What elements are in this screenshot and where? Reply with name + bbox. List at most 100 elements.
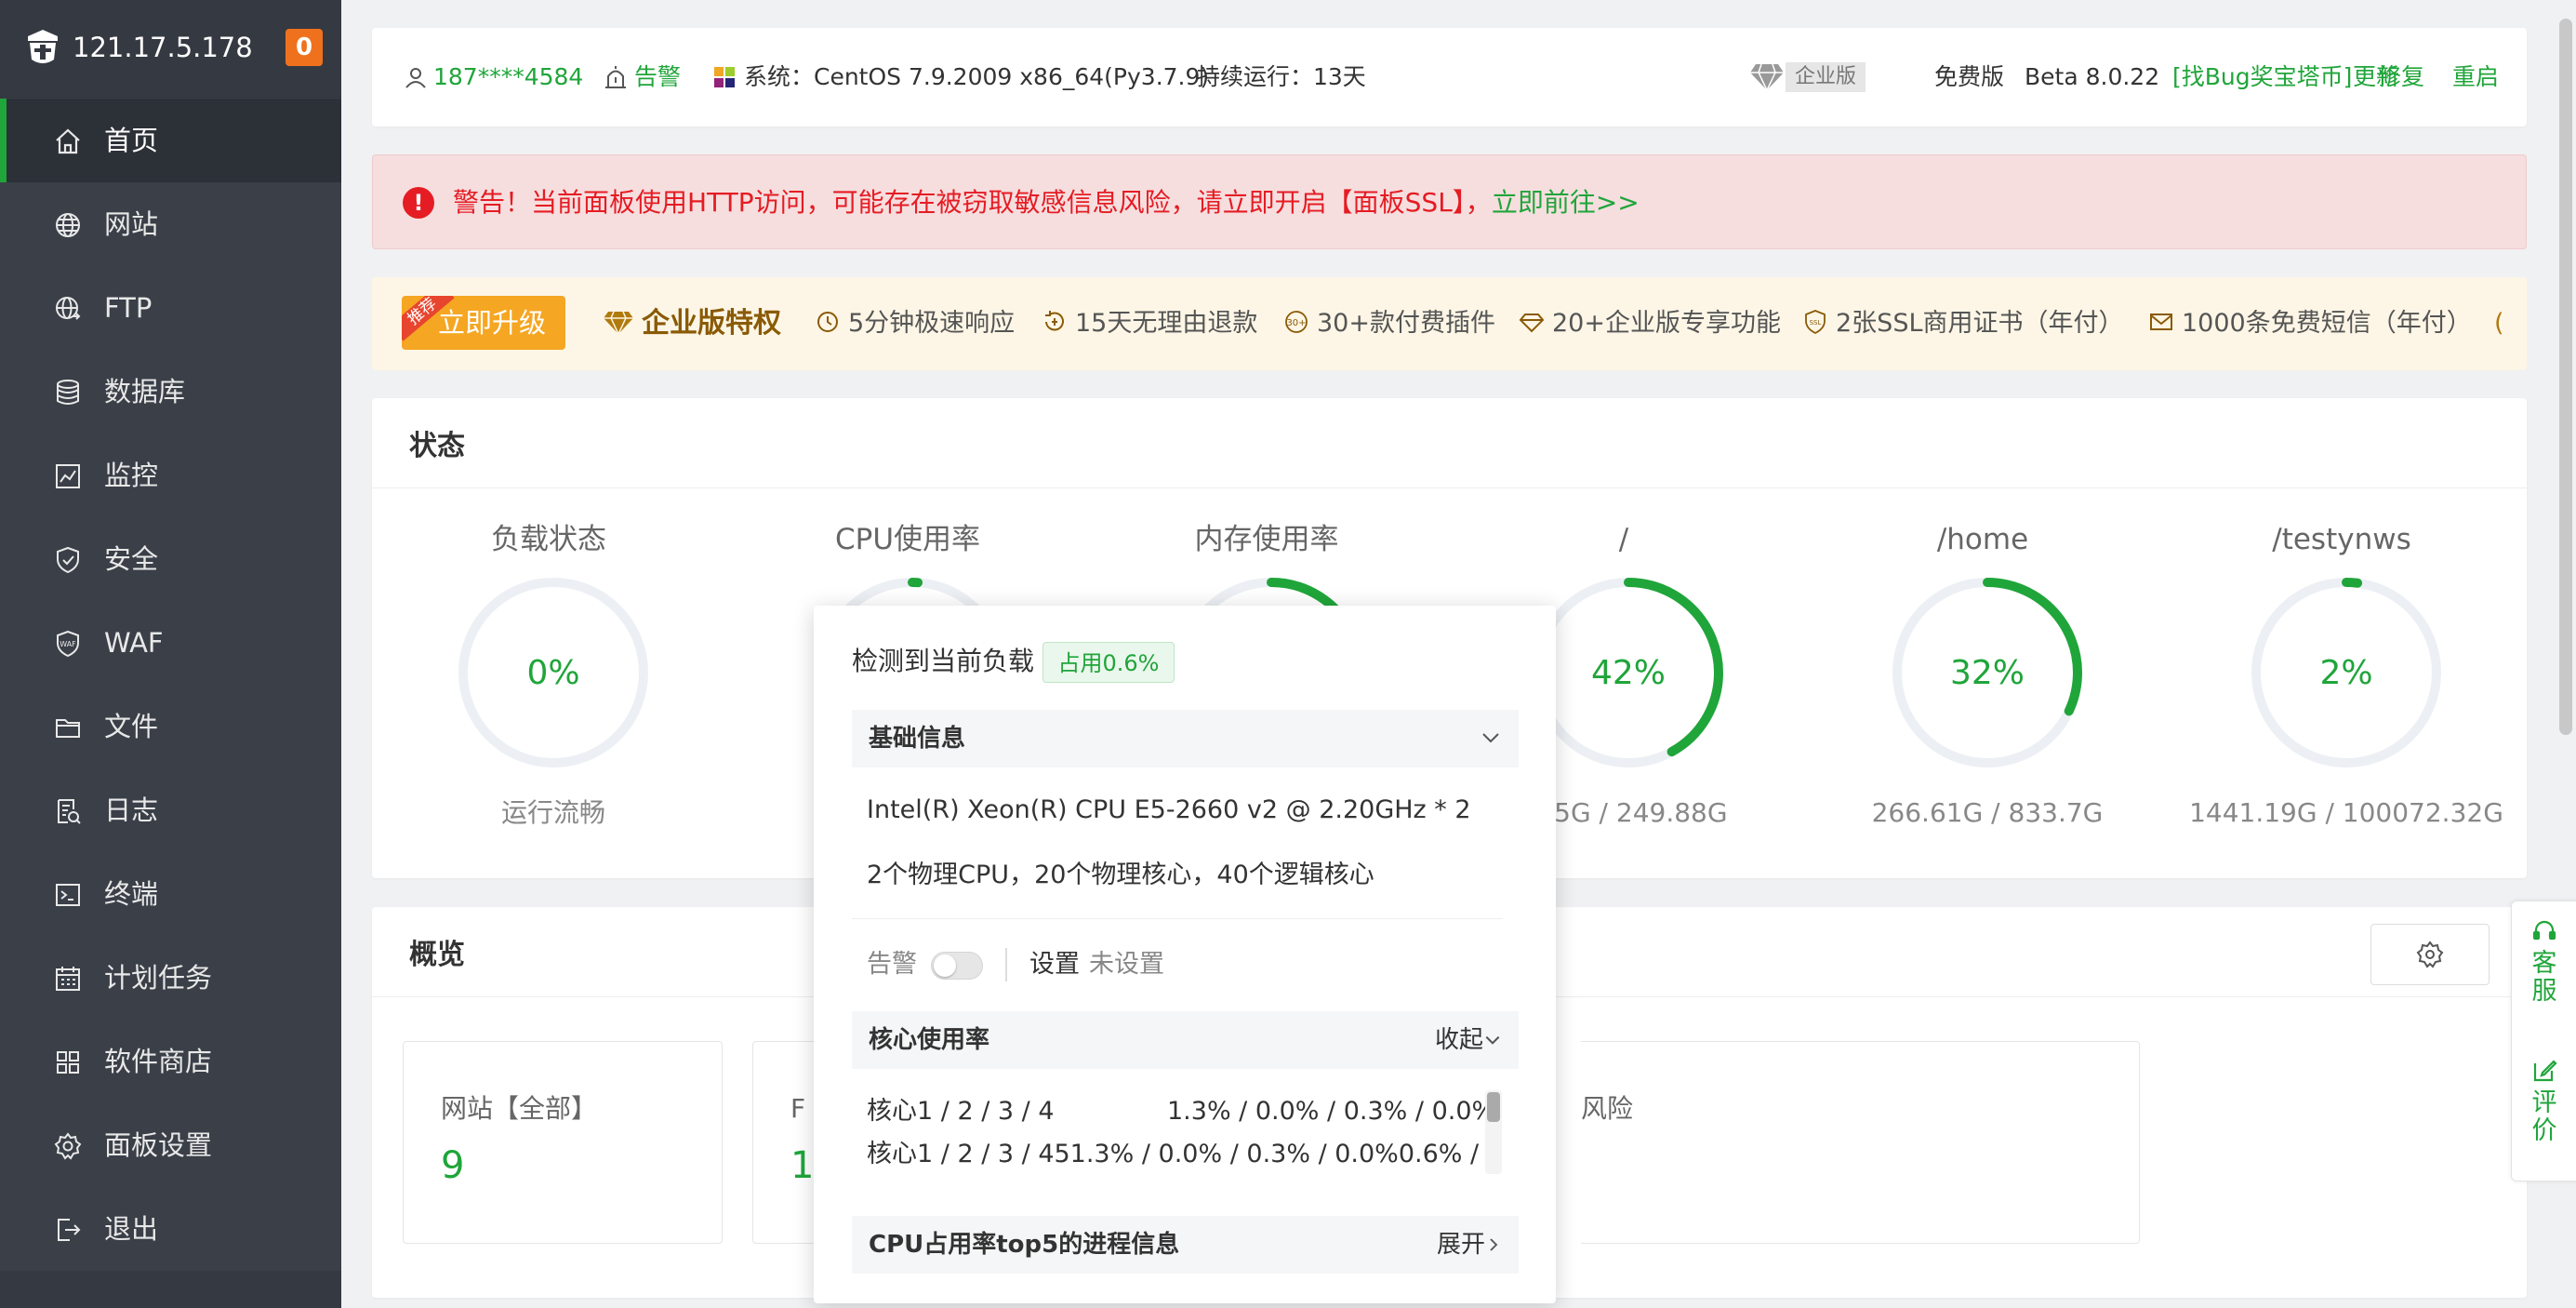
sidebar-item-label: 首页: [104, 125, 159, 156]
bug-bounty-link[interactable]: [找Bug奖宝塔币]: [2172, 28, 2352, 127]
customer-service-button[interactable]: 客服: [2512, 918, 2576, 1006]
feature-refund: 15天无理由退款: [1042, 303, 1257, 344]
upgrade-button[interactable]: 推荐 立即升级: [402, 296, 565, 350]
alarm-not-set: 未设置: [1089, 950, 1164, 979]
sidebar-item-files[interactable]: 文件: [0, 685, 341, 768]
sidebar-item-label: 软件商店: [104, 1046, 213, 1077]
feature-sms: 1000条免费短信（年付）: [2148, 303, 2472, 344]
gauge-subtext: 266.61G / 833.7G: [1871, 797, 2104, 828]
enterprise-privileges[interactable]: 企业版特权: [603, 303, 781, 344]
gauge-title: 内存使用率: [1194, 523, 1339, 556]
feature-exclusive: 20+企业版专享功能: [1519, 303, 1781, 344]
sidebar-item-label: 安全: [104, 543, 159, 575]
sidebar-item-label: 数据库: [104, 376, 186, 407]
system-text: 系统：CentOS 7.9.2009 x86_64(Py3.7.9): [744, 63, 1210, 90]
basic-info-header[interactable]: 基础信息: [852, 710, 1519, 767]
enterprise-label: 企业版特权: [642, 307, 781, 340]
top5-process-header[interactable]: CPU占用率top5的进程信息 展开: [852, 1216, 1519, 1274]
collapse-toggle[interactable]: 收起: [1435, 1021, 1502, 1060]
ssl-shield-icon: SSL: [1802, 309, 1828, 335]
headset-icon: [2532, 920, 2556, 941]
http-warning-alert: ! 警告！当前面板使用HTTP访问，可能存在被窃取敏感信息风险，请立即开启【面板…: [372, 154, 2527, 249]
chevron-down-icon: [1485, 1035, 1500, 1045]
overview-value[interactable]: 1: [790, 1142, 814, 1189]
gauge-title: /testynws: [2272, 523, 2411, 556]
page-scrollbar[interactable]: [2559, 19, 2572, 735]
sidebar-item-monitor[interactable]: 监控: [0, 434, 341, 517]
sidebar-item-label: 面板设置: [104, 1129, 213, 1161]
sidebar-item-security[interactable]: 安全: [0, 517, 341, 601]
sidebar-item-label: 监控: [104, 460, 159, 491]
gauge-subtext: 1441.19G / 100072.32G: [2189, 797, 2503, 828]
gauge-value: 0%: [526, 654, 580, 692]
sidebar-header: 121.17.5.178 0: [0, 0, 341, 98]
free-edition-label: 免费版: [1934, 63, 2005, 90]
core-usage-header[interactable]: 核心使用率 收起: [852, 1011, 1519, 1069]
restart-link[interactable]: 重启: [2452, 28, 2499, 127]
user-account[interactable]: 187****4584: [404, 28, 583, 127]
sidebar-footer: [0, 1271, 341, 1308]
review-button[interactable]: 评价: [2512, 1058, 2576, 1145]
gear-icon: [53, 1131, 83, 1161]
expand-toggle[interactable]: 展开: [1437, 1225, 1502, 1264]
feature-text: 20+企业版专享功能: [1552, 309, 1781, 338]
sidebar-item-cron[interactable]: 计划任务: [0, 936, 341, 1020]
sidebar-item-label: 日志: [104, 794, 159, 826]
plugin-30-icon: 30+: [1283, 309, 1309, 335]
chevron-down-icon: [1482, 733, 1499, 743]
crown-diamond-icon: [604, 311, 633, 336]
sidebar-item-label: 网站: [104, 208, 159, 240]
enterprise-edition-badge[interactable]: 企业版: [1748, 28, 1866, 127]
version-label: Beta 8.0.22: [2025, 63, 2160, 90]
sidebar-item-terminal[interactable]: 终端: [0, 852, 341, 936]
overview-value[interactable]: 9: [441, 1142, 464, 1189]
mail-icon: [2148, 309, 2174, 335]
section-title: 核心使用率: [869, 1026, 990, 1054]
top-info-bar: 187****4584 告警 系统：CentOS 7.9.2009 x86_64…: [372, 28, 2527, 127]
divider: [852, 918, 1503, 919]
expand-label: 展开: [1436, 1231, 1485, 1259]
gauge-disk-testynws[interactable]: /testynws 2% 1441.19G / 100072.32G: [2189, 519, 2503, 854]
svg-text:WAF: WAF: [60, 640, 76, 648]
svg-text:SSL: SSL: [1810, 319, 1822, 327]
ftp-globe-icon: [53, 294, 83, 324]
sidebar-item-database[interactable]: 数据库: [0, 350, 341, 434]
core-list-scrollbar[interactable]: [1485, 1090, 1502, 1174]
sidebar-item-waf[interactable]: WAF WAF: [0, 601, 341, 685]
log-icon: [53, 796, 83, 826]
sidebar-item-ftp[interactable]: FTP: [0, 266, 341, 350]
alarm-label: 告警: [634, 63, 682, 90]
enterprise-promo-bar: 推荐 立即升级 企业版特权 5分钟极速响应 15天无理由退款 30+ 30+款付费…: [372, 277, 2527, 370]
sidebar-item-website[interactable]: 网站: [0, 182, 341, 266]
section-title: 基础信息: [869, 725, 966, 753]
enable-ssl-link[interactable]: 立即前往>>: [1492, 187, 1640, 218]
repair-link[interactable]: 修复: [2378, 28, 2424, 127]
gauge-load[interactable]: 负载状态 0% 运行流畅: [409, 519, 688, 854]
edition-label: 企业版: [1786, 62, 1866, 92]
overview-box-risk[interactable]: 风险: [1581, 1041, 2140, 1244]
sidebar-item-panel-settings[interactable]: 面板设置: [0, 1103, 341, 1187]
sidebar-item-app-store[interactable]: 软件商店: [0, 1020, 341, 1103]
gauge-title: 负载状态: [491, 523, 606, 556]
alarm-toggle[interactable]: [931, 952, 983, 980]
alarm-settings-link[interactable]: 设置: [1029, 946, 1080, 983]
collapse-label: 收起: [1434, 1026, 1483, 1054]
alarm-icon: [605, 66, 626, 88]
sidebar-item-logs[interactable]: 日志: [0, 768, 341, 852]
floating-help-panel: 客服 评价: [2511, 901, 2576, 1181]
chevron-right-icon: [1490, 1238, 1498, 1251]
uptime-text: 持续运行：13天: [1197, 63, 1366, 90]
alarm-link[interactable]: 告警: [603, 28, 681, 127]
sidebar-item-logout[interactable]: 退出: [0, 1187, 341, 1271]
divider: [1005, 948, 1007, 981]
gauge-disk-home[interactable]: /home 32% 266.61G / 833.7G: [1843, 519, 2122, 854]
overview-settings-button[interactable]: [2370, 924, 2490, 985]
shield-icon: [53, 545, 83, 575]
notification-badge[interactable]: 0: [285, 29, 323, 66]
user-phone: 187****4584: [433, 63, 584, 90]
overview-label: 网站【全部】: [441, 1093, 598, 1124]
sidebar-item-label: 退出: [104, 1213, 159, 1245]
alarm-label: 告警: [867, 950, 917, 979]
overview-box-websites[interactable]: 网站【全部】 9: [403, 1041, 723, 1244]
sidebar-item-home[interactable]: 首页: [0, 99, 341, 182]
